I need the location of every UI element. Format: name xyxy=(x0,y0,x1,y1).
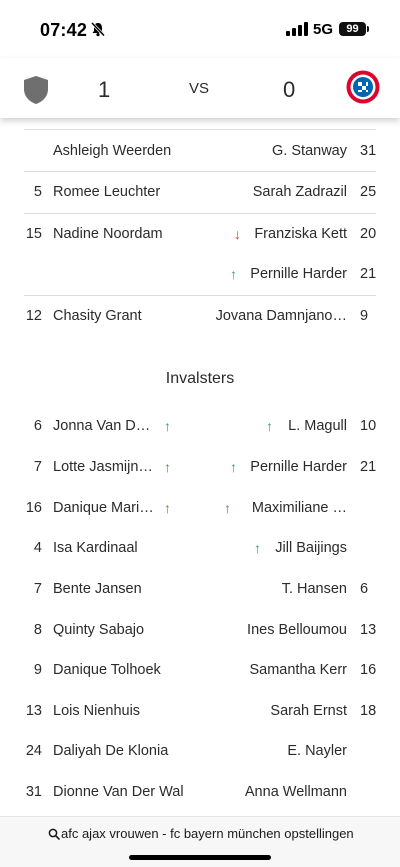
signal-icon xyxy=(286,22,308,36)
away-player-name: Samantha Kerr xyxy=(249,662,347,678)
bell-muted-icon xyxy=(90,21,106,37)
lineup-row[interactable]: 13 Lois Nienhuis Sarah Ernst 18 xyxy=(0,691,400,731)
away-player-name: Ines Belloumou xyxy=(247,622,347,638)
home-player-number: 15 xyxy=(25,226,42,242)
home-score: 1 xyxy=(98,77,111,102)
away-player-name: Franziska Kett xyxy=(254,226,347,242)
away-player-number: 16 xyxy=(360,662,377,678)
lineup-row[interactable]: 5 Romee Leuchter Sarah Zadrazil 25 xyxy=(0,172,400,212)
away-player-number: 18 xyxy=(360,703,377,719)
lineup-row[interactable]: 16 Danique Mari… ↑ ↑ Maximiliane … xyxy=(0,488,400,528)
home-player-name: Isa Kardinaal xyxy=(53,540,138,556)
substituted-on-arrow-icon: ↑ xyxy=(254,540,261,556)
home-player-name: Lotte Jasmijn… xyxy=(53,459,153,475)
network-label: 5G xyxy=(313,21,334,38)
battery-tip xyxy=(367,26,369,32)
lineup-row[interactable]: 4 Isa Kardinaal ↑ Jill Baijings xyxy=(0,528,400,568)
home-player-number: 4 xyxy=(33,540,42,556)
away-player-name: Jill Baijings xyxy=(275,540,347,556)
substituted-on-arrow-icon: ↑ xyxy=(224,500,231,516)
lineup-row[interactable]: 9 Danique Tolhoek Samantha Kerr 16 xyxy=(0,650,400,690)
home-player-number: 7 xyxy=(33,581,42,597)
search-icon xyxy=(48,828,60,840)
substituted-on-arrow-icon: ↑ xyxy=(164,459,171,475)
away-player-name: Maximiliane … xyxy=(251,500,347,516)
status-bar: 07:42 5G 99 xyxy=(0,0,400,58)
away-team-crest-icon[interactable] xyxy=(346,70,380,104)
home-player-number: 13 xyxy=(25,703,42,719)
away-player-number: 21 xyxy=(360,459,377,475)
substituted-on-arrow-icon: ↑ xyxy=(230,266,237,282)
away-player-name: L. Magull xyxy=(288,418,347,434)
home-player-number: 16 xyxy=(25,500,42,516)
home-player-number: 8 xyxy=(33,622,42,638)
away-player-name: Anna Wellmann xyxy=(244,784,347,800)
away-player-name: Sarah Zadrazil xyxy=(252,184,347,200)
away-player-name: Sarah Ernst xyxy=(270,703,347,719)
lineup-row[interactable]: 15 Nadine Noordam ↓ Franziska Kett 20 xyxy=(0,214,400,254)
away-player-number: 25 xyxy=(360,184,377,200)
away-player-number: 21 xyxy=(360,266,377,282)
away-player-number: 20 xyxy=(360,226,377,242)
lineup-row[interactable]: 6 Jonna Van D… ↑ ↑ L. Magull 10 xyxy=(0,406,400,446)
substituted-on-arrow-icon: ↑ xyxy=(266,418,273,434)
home-player-number: 5 xyxy=(33,184,42,200)
match-score-header: 1 VS 0 xyxy=(0,58,400,118)
home-player-name: Danique Tolhoek xyxy=(53,662,161,678)
away-player-name: E. Nayler xyxy=(287,743,347,759)
home-team-crest-icon[interactable] xyxy=(23,75,49,105)
substituted-on-arrow-icon: ↑ xyxy=(164,500,171,516)
away-player-number: 6 xyxy=(360,581,369,597)
divider xyxy=(24,129,376,130)
home-player-number: 12 xyxy=(25,308,42,324)
search-bar[interactable]: afc ajax vrouwen - fc bayern münchen ops… xyxy=(0,816,400,867)
status-time: 07:42 xyxy=(40,20,88,40)
lineup-row[interactable]: 7 Bente Jansen T. Hansen 6 xyxy=(0,569,400,609)
lineup-row[interactable]: Ashleigh Weerden G. Stanway 31 xyxy=(0,131,400,171)
home-player-name: Daliyah De Klonia xyxy=(53,743,169,759)
lineup-row[interactable]: 31 Dionne Van Der Wal Anna Wellmann xyxy=(0,772,400,812)
home-player-name: Romee Leuchter xyxy=(53,184,161,200)
home-player-name: Nadine Noordam xyxy=(53,226,163,242)
home-player-name: Ashleigh Weerden xyxy=(53,143,172,159)
away-player-name: T. Hansen xyxy=(281,581,347,597)
away-score: 0 xyxy=(283,77,296,102)
home-player-number: 7 xyxy=(33,459,42,475)
home-indicator[interactable] xyxy=(129,855,271,860)
search-query[interactable]: afc ajax vrouwen - fc bayern münchen ops… xyxy=(61,826,354,841)
substitutes-title: Invalsters xyxy=(165,370,235,387)
lineup-row[interactable]: 7 Lotte Jasmijn… ↑ ↑ Pernille Harder 21 xyxy=(0,447,400,487)
home-player-name: Dionne Van Der Wal xyxy=(53,784,184,800)
away-player-name: Jovana Damnjano… xyxy=(215,308,347,324)
away-player-name: Pernille Harder xyxy=(250,459,347,475)
away-player-name: G. Stanway xyxy=(272,143,347,159)
home-player-name: Chasity Grant xyxy=(53,308,142,324)
away-player-name: Pernille Harder xyxy=(250,266,347,282)
home-player-number: 24 xyxy=(25,743,42,759)
vs-label: VS xyxy=(189,80,210,97)
away-player-number: 31 xyxy=(360,143,377,159)
lineup-row[interactable]: ↑ Pernille Harder 21 xyxy=(0,254,400,294)
substituted-on-arrow-icon: ↑ xyxy=(230,459,237,475)
away-player-number: 13 xyxy=(360,622,377,638)
away-player-number: 10 xyxy=(360,418,377,434)
home-player-name: Jonna Van D… xyxy=(53,418,151,434)
home-player-name: Bente Jansen xyxy=(53,581,142,597)
away-player-number: 9 xyxy=(360,308,369,324)
home-player-name: Quinty Sabajo xyxy=(53,622,145,638)
home-player-name: Lois Nienhuis xyxy=(53,703,141,719)
home-player-name: Danique Mari… xyxy=(53,500,154,516)
lineup-row[interactable]: 8 Quinty Sabajo Ines Belloumou 13 xyxy=(0,610,400,650)
lineup-row[interactable]: 24 Daliyah De Klonia E. Nayler xyxy=(0,731,400,771)
substituted-off-arrow-icon: ↓ xyxy=(234,226,241,242)
home-player-number: 9 xyxy=(33,662,42,678)
home-player-number: 31 xyxy=(25,784,42,800)
home-player-number: 6 xyxy=(33,418,42,434)
battery-icon: 99 xyxy=(339,22,366,36)
substituted-on-arrow-icon: ↑ xyxy=(164,418,171,434)
lineup-row[interactable]: 12 Chasity Grant Jovana Damnjano… 9 xyxy=(0,296,400,336)
